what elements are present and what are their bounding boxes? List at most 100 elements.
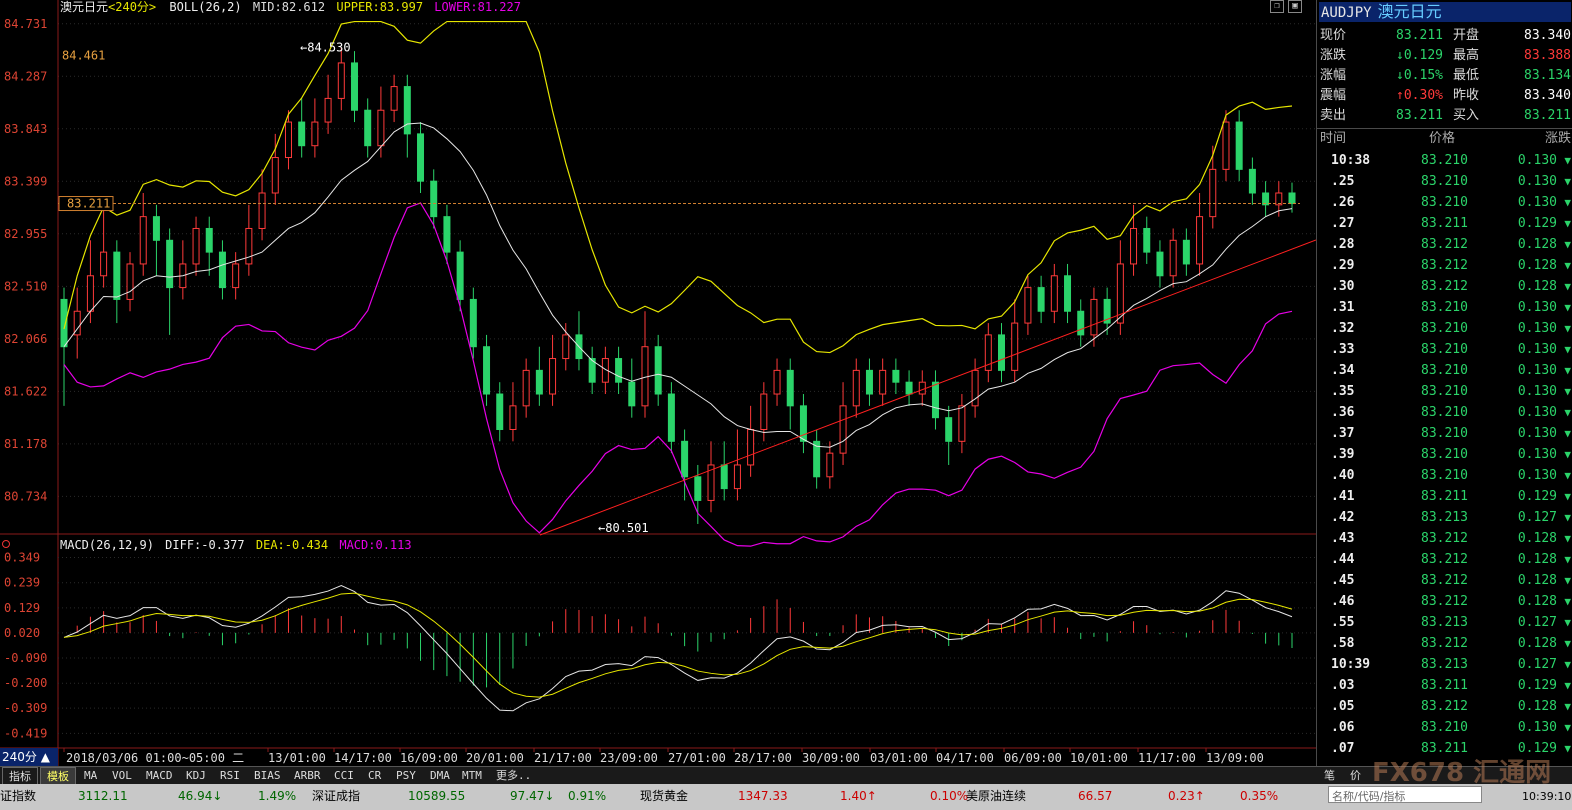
tick-time: 10:39 xyxy=(1331,657,1371,672)
price-axis-label: 82.066 xyxy=(4,332,47,346)
price-axis-label: 81.178 xyxy=(4,437,47,451)
tick-time: .45 xyxy=(1331,573,1355,588)
tick-row: .34 83.210 0.130 ▼ xyxy=(1317,360,1572,381)
candle-body xyxy=(192,227,200,265)
price-chart[interactable]: 84.731 84.287 83.843 83.399 82.955 82.510 82.0… xyxy=(0,0,1317,766)
tick-change: 0.130 xyxy=(1517,363,1557,378)
ticker-item: 1347.33 xyxy=(738,789,788,803)
tick-change: 0.130 xyxy=(1517,468,1557,483)
quote-value: ↓0.129 xyxy=(1396,48,1443,63)
indicator-button[interactable]: MTM xyxy=(462,767,482,784)
quote-value: 83.211 xyxy=(1524,108,1571,123)
candle-body xyxy=(166,239,174,289)
tick-time: .34 xyxy=(1331,363,1355,378)
tick-price: 83.213 xyxy=(1421,510,1468,525)
candle-body xyxy=(1288,192,1296,205)
candle-body xyxy=(1130,227,1138,265)
price-axis-label: 82.955 xyxy=(4,227,47,241)
chart-period: <240分> xyxy=(108,0,157,14)
quote-value: 83.134 xyxy=(1524,68,1571,83)
col-change: 涨跌 xyxy=(1544,131,1571,146)
settings-icon[interactable]: ▣ xyxy=(1288,0,1302,13)
indicator-button[interactable]: DMA xyxy=(430,767,450,784)
candle-body xyxy=(469,298,477,348)
down-arrow-icon: ▼ xyxy=(1564,448,1571,461)
tick-price: 83.212 xyxy=(1421,636,1468,651)
price-axis-label: 80.734 xyxy=(4,489,47,503)
app-window: 84.731 84.287 83.843 83.399 82.955 82.510 82.0… xyxy=(0,0,1572,810)
indicator-button[interactable]: KDJ xyxy=(186,767,206,784)
ticker-item[interactable]: 现货黄金 xyxy=(640,786,688,806)
tick-time: .42 xyxy=(1331,510,1355,525)
tick-time: .30 xyxy=(1331,279,1355,294)
ticker-item[interactable]: 美原油连续 xyxy=(966,786,1026,806)
right-tab[interactable]: 笔 xyxy=(1324,767,1335,784)
tick-time: .29 xyxy=(1331,258,1355,273)
tick-time: .55 xyxy=(1331,615,1355,630)
tick-time: .33 xyxy=(1331,342,1355,357)
ticker-item[interactable]: 深证成指 xyxy=(312,786,360,806)
tick-change: 0.129 xyxy=(1517,489,1557,504)
indicator-button[interactable]: 更多.. xyxy=(496,767,531,784)
high-annotation: ←84.530 xyxy=(300,41,351,55)
candle-body xyxy=(337,62,345,99)
indicator-button[interactable]: PSY xyxy=(396,767,416,784)
indicator-button[interactable]: BIAS xyxy=(254,767,281,784)
tick-change: 0.130 xyxy=(1517,384,1557,399)
date-axis-label: 06/09:00 xyxy=(1004,751,1062,765)
macd-axis-label: -0.309 xyxy=(4,701,47,715)
candle-body xyxy=(430,180,438,218)
candle-body xyxy=(562,334,570,360)
tick-change: 0.128 xyxy=(1517,258,1557,273)
down-arrow-icon: ▼ xyxy=(1564,742,1571,755)
tick-time: .43 xyxy=(1331,531,1355,546)
current-price-label: 83.211 xyxy=(67,197,110,211)
tick-row: .06 83.210 0.130 ▼ xyxy=(1317,717,1572,738)
indicator-button[interactable]: CCI xyxy=(334,767,354,784)
tick-price: 83.212 xyxy=(1421,573,1468,588)
indicator-button[interactable]: CR xyxy=(368,767,381,784)
tick-time: .36 xyxy=(1331,405,1355,420)
candle-body xyxy=(377,109,385,147)
search-placeholder: 名称/代码/指标 xyxy=(1332,790,1406,803)
candle-body xyxy=(139,216,147,265)
macd-indicator-icon[interactable] xyxy=(2,540,10,548)
indicator-button[interactable]: MA xyxy=(84,767,97,784)
quote-sidebar: AUDJPY 澳元日元 现价 83.211 开盘 83.340 涨跌 ↓0.129 最高 83.… xyxy=(1316,0,1572,766)
candle-body xyxy=(945,417,953,442)
candle-body xyxy=(218,251,226,289)
candle-body xyxy=(667,393,675,442)
indicator-button[interactable]: RSI xyxy=(220,767,240,784)
period-selector[interactable]: 240分 ▲ xyxy=(0,748,58,766)
candle-body xyxy=(931,381,939,419)
ticker-item[interactable]: 证指数 xyxy=(0,786,36,806)
down-arrow-icon: ▼ xyxy=(1564,385,1571,398)
tick-change: 0.129 xyxy=(1517,216,1557,231)
tick-time: .40 xyxy=(1331,468,1355,483)
tick-time: .26 xyxy=(1331,195,1355,210)
main-chart-area[interactable]: 84.731 84.287 83.843 83.399 82.955 82.510 82.0… xyxy=(0,0,1317,766)
tick-change: 0.127 xyxy=(1517,657,1557,672)
candle-body xyxy=(1196,216,1204,265)
down-arrow-icon: ▼ xyxy=(1564,511,1571,524)
left-high-annotation: 84.461 xyxy=(62,49,105,63)
tick-row: .25 83.210 0.130 ▼ xyxy=(1317,171,1572,192)
tick-change: 0.130 xyxy=(1517,405,1557,420)
tick-change: 0.130 xyxy=(1517,195,1557,210)
macd-axis-label: -0.419 xyxy=(4,726,47,740)
ticker-item: 10589.55 xyxy=(408,789,466,803)
tick-change: 0.130 xyxy=(1517,174,1557,189)
tick-change: 0.128 xyxy=(1517,531,1557,546)
right-tab[interactable]: 价 xyxy=(1350,767,1361,784)
indicator-button[interactable]: MACD xyxy=(146,767,173,784)
restore-icon[interactable]: ❐ xyxy=(1270,0,1284,13)
candle-body xyxy=(1077,310,1085,336)
down-arrow-icon: ▼ xyxy=(1564,196,1571,209)
candle-body xyxy=(311,121,319,147)
down-arrow-icon: ▼ xyxy=(1564,175,1571,188)
down-arrow-icon: ▼ xyxy=(1564,427,1571,440)
indicator-button[interactable]: ARBR xyxy=(294,767,321,784)
candle-body xyxy=(918,381,926,395)
indicator-button[interactable]: VOL xyxy=(112,767,132,784)
candle-body xyxy=(628,381,636,407)
